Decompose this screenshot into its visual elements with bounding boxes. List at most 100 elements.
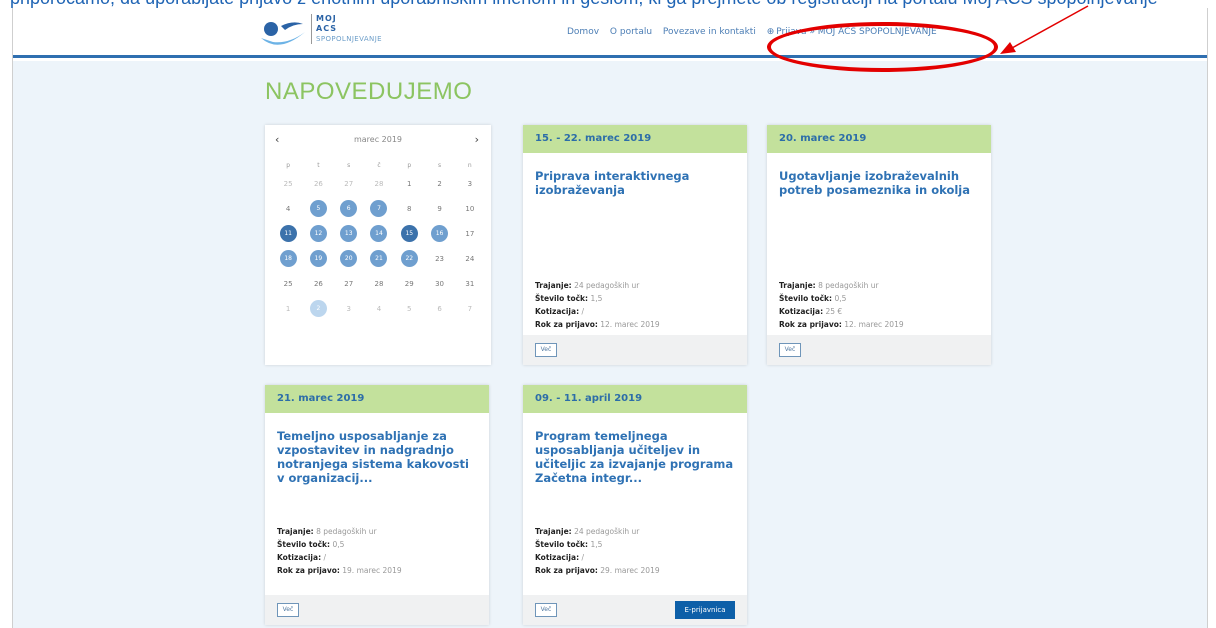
calendar-day[interactable]: 24 (455, 246, 485, 271)
calendar-day[interactable]: 8 (394, 196, 424, 221)
duration-value: 24 pedagoških ur (574, 527, 640, 536)
calendar-event-marker[interactable]: 22 (400, 250, 418, 267)
calendar-day[interactable]: 5 (303, 196, 333, 221)
calendar-day[interactable]: 23 (424, 246, 454, 271)
calendar-event-marker[interactable]: 6 (340, 200, 358, 217)
calendar-day[interactable]: 25 (273, 171, 303, 196)
fee-label: Kotizacija: (535, 553, 580, 562)
calendar-event-marker[interactable]: 5 (309, 200, 327, 217)
event-title[interactable]: Temeljno usposabljanje za vzpostavitev i… (277, 429, 477, 485)
calendar-week-row: 25 26 27 28 29 30 31 (273, 271, 485, 296)
chevron-right-icon[interactable]: › (475, 133, 479, 146)
event-card: 09. - 11. april 2019 Program temeljnega … (523, 385, 747, 625)
points-value: 1,5 (590, 540, 603, 549)
calendar-day[interactable]: 1 (394, 171, 424, 196)
calendar-day[interactable]: 19 (303, 246, 333, 271)
calendar-event-marker[interactable]: 16 (431, 225, 449, 242)
calendar-grid: p t s č p s n 25 26 27 28 1 2 3 4 5 6 7 8 9 10 11 12 13 14 15 16 17… (273, 159, 485, 321)
event-calendar: ‹ marec 2019 › p t s č p s n 25 26 27 28 1 2 3 4 5 6 7 8 9 1… (265, 125, 491, 365)
calendar-event-marker[interactable]: 12 (309, 225, 327, 242)
calendar-day[interactable]: 11 (273, 221, 303, 246)
deadline-label: Rok za prijavo: (277, 566, 340, 575)
calendar-event-marker[interactable]: 14 (370, 225, 388, 242)
fee-label: Kotizacija: (535, 307, 580, 316)
calendar-event-marker[interactable]: 19 (309, 250, 327, 267)
calendar-day[interactable]: 5 (394, 296, 424, 321)
event-date: 21. marec 2019 (265, 385, 489, 413)
calendar-day[interactable]: 29 (394, 271, 424, 296)
calendar-day[interactable]: 25 (273, 271, 303, 296)
calendar-day[interactable]: 4 (364, 296, 394, 321)
calendar-week-row: 1234567 (273, 296, 485, 321)
calendar-day[interactable]: 22 (394, 246, 424, 271)
calendar-event-marker[interactable]: 7 (370, 200, 388, 217)
calendar-day[interactable]: 28 (364, 271, 394, 296)
calendar-day[interactable]: 7 (455, 296, 485, 321)
calendar-event-marker[interactable]: 21 (370, 250, 388, 267)
calendar-weekday-row: ptsčpsn (273, 159, 485, 171)
calendar-event-marker[interactable]: 15 (400, 225, 418, 242)
fee-label: Kotizacija: (779, 307, 824, 316)
more-button[interactable]: Več (277, 603, 299, 617)
more-button[interactable]: Več (535, 603, 557, 617)
calendar-event-marker[interactable]: 11 (279, 225, 297, 242)
points-label: Število točk: (277, 540, 331, 549)
fee-value: 25 € (825, 307, 843, 316)
calendar-day[interactable]: 2 (303, 296, 333, 321)
calendar-day[interactable]: 7 (364, 196, 394, 221)
calendar-day[interactable]: 26 (303, 171, 333, 196)
calendar-day[interactable]: 12 (303, 221, 333, 246)
event-title[interactable]: Program temeljnega usposabljanja učitelj… (535, 429, 735, 485)
calendar-day[interactable]: 4 (273, 196, 303, 221)
calendar-day[interactable]: 3 (455, 171, 485, 196)
calendar-day[interactable]: 1 (273, 296, 303, 321)
event-title[interactable]: Priprava interaktivnega izobraževanja (535, 169, 735, 197)
calendar-day[interactable]: 16 (424, 221, 454, 246)
calendar-day[interactable]: 6 (334, 196, 364, 221)
deadline-value: 19. marec 2019 (342, 566, 402, 575)
calendar-day[interactable]: 6 (424, 296, 454, 321)
calendar-day[interactable]: 21 (364, 246, 394, 271)
calendar-day[interactable]: 31 (455, 271, 485, 296)
calendar-day[interactable]: 27 (334, 271, 364, 296)
card-footer: Več E-prijavnica (523, 595, 747, 625)
calendar-day[interactable]: 26 (303, 271, 333, 296)
duration-value: 24 pedagoških ur (574, 281, 640, 290)
points-label: Število točk: (779, 294, 833, 303)
calendar-day[interactable]: 14 (364, 221, 394, 246)
event-info: Trajanje: 24 pedagoških ur Število točk:… (535, 525, 660, 577)
fee-value: / (581, 307, 584, 316)
event-date: 09. - 11. april 2019 (523, 385, 747, 413)
more-button[interactable]: Več (779, 343, 801, 357)
calendar-day[interactable]: 2 (424, 171, 454, 196)
calendar-day[interactable]: 30 (424, 271, 454, 296)
calendar-day[interactable]: 10 (455, 196, 485, 221)
deadline-label: Rok za prijavo: (535, 320, 598, 329)
deadline-value: 29. marec 2019 (600, 566, 660, 575)
calendar-day[interactable]: 15 (394, 221, 424, 246)
calendar-weekday: p (407, 161, 412, 169)
calendar-event-marker[interactable]: 2 (309, 300, 327, 317)
calendar-day[interactable]: 18 (273, 246, 303, 271)
calendar-weekday: t (317, 161, 320, 169)
more-button[interactable]: Več (535, 343, 557, 357)
event-card: 21. marec 2019 Temeljno usposabljanje za… (265, 385, 489, 625)
calendar-event-marker[interactable]: 13 (340, 225, 358, 242)
e-application-button[interactable]: E-prijavnica (675, 601, 735, 619)
card-footer: Več (265, 595, 489, 625)
card-footer: Več (523, 335, 747, 365)
calendar-day[interactable]: 27 (334, 171, 364, 196)
calendar-event-marker[interactable]: 20 (340, 250, 358, 267)
calendar-event-marker[interactable]: 18 (279, 250, 297, 267)
calendar-day[interactable]: 28 (364, 171, 394, 196)
calendar-day[interactable]: 3 (334, 296, 364, 321)
main-content: NAPOVEDUJEMO ‹ marec 2019 › p t s č p s n 25 26 2… (13, 61, 1207, 628)
page-title: NAPOVEDUJEMO (265, 78, 473, 105)
calendar-day[interactable]: 17 (455, 221, 485, 246)
fee-value: / (323, 553, 326, 562)
calendar-month: marec 2019 (353, 135, 403, 144)
event-title[interactable]: Ugotavljanje izobraževalnih potreb posam… (779, 169, 979, 197)
calendar-day[interactable]: 13 (334, 221, 364, 246)
calendar-day[interactable]: 20 (334, 246, 364, 271)
calendar-day[interactable]: 9 (424, 196, 454, 221)
